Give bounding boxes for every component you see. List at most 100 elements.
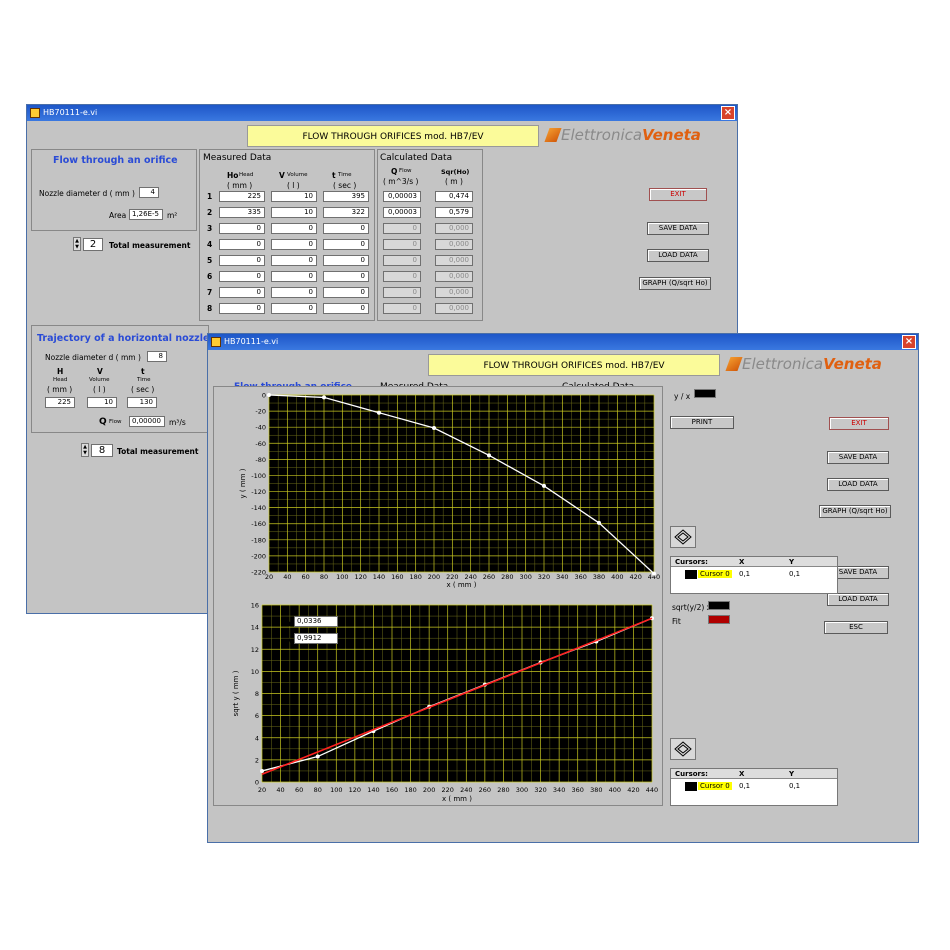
time-input[interactable]: 322 (323, 207, 369, 218)
flow-value: 0 (383, 271, 421, 282)
head-input[interactable]: 0 (219, 223, 265, 234)
head-input[interactable]: 0 (219, 255, 265, 266)
volume-input[interactable]: 10 (271, 207, 317, 218)
exit-button[interactable]: EXIT (829, 417, 889, 430)
data-point (267, 393, 271, 397)
traj-total-stepper[interactable]: ▲ ▼ (81, 443, 89, 457)
y-tick-label: -120 (251, 488, 266, 496)
time-input[interactable]: 0 (323, 287, 369, 298)
sqr-head-value: 0,000 (435, 287, 473, 298)
front-window-titlebar[interactable]: HB70111-e.vi × (208, 334, 918, 350)
time-input[interactable]: 0 (323, 271, 369, 282)
volume-input[interactable]: 10 (271, 191, 317, 202)
x-tick-label: 200 (423, 786, 435, 794)
fit-cv-label: cv (284, 636, 294, 645)
x-tick-label: 420 (627, 786, 639, 794)
data-point (542, 483, 546, 488)
x-tick-label: 220 (442, 786, 454, 794)
load-data-button[interactable]: LOAD DATA (647, 249, 709, 262)
volume-input[interactable]: 0 (271, 223, 317, 234)
print-button[interactable]: PRINT (670, 416, 734, 429)
flow-value: 0 (383, 223, 421, 234)
traj-h-unit: ( mm ) (47, 385, 73, 394)
flow-value: 0 (383, 303, 421, 314)
cursor-name[interactable]: Cursor 0 (698, 570, 732, 578)
area-value: 1,26E-5 (129, 209, 163, 220)
sqr-head-value: 0,000 (435, 255, 473, 266)
data-point (315, 754, 320, 759)
y-tick-label: 0 (262, 392, 266, 400)
traj-q-unit: m³/s (169, 418, 186, 427)
save-data-button[interactable]: SAVE DATA (647, 222, 709, 235)
graph-button[interactable]: GRAPH (Q/sqrt Ho) (819, 505, 891, 518)
x-tick-label: 180 (409, 573, 421, 581)
traj-total-label: Total measurement (117, 447, 199, 456)
esc-button[interactable]: ESC (824, 621, 888, 634)
x-tick-label: 80 (314, 786, 322, 794)
x-tick-label: 300 (516, 786, 528, 794)
traj-total-value[interactable]: 8 (91, 444, 113, 457)
data-point (597, 520, 601, 525)
h-head: Ho (227, 171, 239, 180)
y-tick-label: -60 (255, 440, 266, 448)
time-input[interactable]: 395 (323, 191, 369, 202)
back-banner: FLOW THROUGH ORIFICES mod. HB7/EV (247, 125, 539, 147)
close-icon[interactable]: × (902, 335, 916, 349)
y-tick-label: -40 (255, 424, 266, 432)
row-number: 2 (207, 208, 213, 217)
volume-input[interactable]: 0 (271, 239, 317, 250)
y-tick-label: -180 (251, 536, 266, 544)
total-stepper[interactable]: ▲ ▼ (73, 237, 81, 251)
save-data-button[interactable]: SAVE DATA (827, 451, 889, 464)
traj-q-label: Q (99, 417, 107, 427)
head-input[interactable]: 335 (219, 207, 265, 218)
head-input[interactable]: 0 (219, 239, 265, 250)
close-icon[interactable]: × (721, 106, 735, 120)
traj-nozzle-input[interactable]: 8 (147, 351, 167, 362)
head-input[interactable]: 0 (219, 287, 265, 298)
load-data-button[interactable]: LOAD DATA (827, 478, 889, 491)
time-input[interactable]: 0 (323, 303, 369, 314)
volume-input[interactable]: 0 (271, 303, 317, 314)
x-tick-label: 180 (404, 786, 416, 794)
y-tick-label: 0 (255, 779, 259, 787)
cursor-header-name: Cursors: (675, 770, 708, 778)
cursor-swatch[interactable] (685, 570, 697, 579)
data-point (322, 395, 326, 400)
load-data-button-2[interactable]: LOAD DATA (827, 593, 889, 606)
time-input[interactable]: 0 (323, 239, 369, 250)
v-unit: ( l ) (287, 181, 300, 190)
sqr-head-value: 0,579 (435, 207, 473, 218)
volume-input[interactable]: 0 (271, 255, 317, 266)
cursor-table-1: Cursors: X Y Cursor 0 0,1 0,1 (670, 556, 838, 594)
head-input[interactable]: 0 (219, 271, 265, 282)
traj-v-input[interactable]: 10 (87, 397, 117, 408)
q-head: Q (391, 167, 398, 176)
head-input[interactable]: 0 (219, 303, 265, 314)
cursor-move-icon-2[interactable] (670, 738, 696, 760)
graph-button[interactable]: GRAPH (Q/sqrt Ho) (639, 277, 711, 290)
trajectory-title: Trajectory of a horizontal nozzle (37, 333, 210, 344)
total-value[interactable]: 2 (83, 238, 103, 251)
y-tick-label: -140 (251, 504, 266, 512)
front-logo: ElettronicaVeneta (725, 355, 882, 373)
head-input[interactable]: 225 (219, 191, 265, 202)
x-tick-label: 80 (320, 573, 328, 581)
x-tick-label: 60 (302, 573, 310, 581)
back-window-titlebar[interactable]: HB70111-e.vi × (27, 105, 737, 121)
traj-v-small: Volume (89, 377, 110, 383)
traj-t-input[interactable]: 130 (127, 397, 157, 408)
time-input[interactable]: 0 (323, 223, 369, 234)
volume-input[interactable]: 0 (271, 287, 317, 298)
nozzle-input[interactable]: 4 (139, 187, 159, 198)
cursor-swatch[interactable] (685, 782, 697, 791)
logo-icon (725, 357, 743, 371)
cursor-name[interactable]: Cursor 0 (698, 782, 732, 790)
cursor-move-icon[interactable] (670, 526, 696, 548)
traj-h-input[interactable]: 225 (45, 397, 75, 408)
x-tick-label: 340 (556, 573, 568, 581)
exit-button[interactable]: EXIT (649, 188, 707, 201)
volume-input[interactable]: 0 (271, 271, 317, 282)
time-input[interactable]: 0 (323, 255, 369, 266)
cursor-header-x: X (739, 558, 745, 566)
